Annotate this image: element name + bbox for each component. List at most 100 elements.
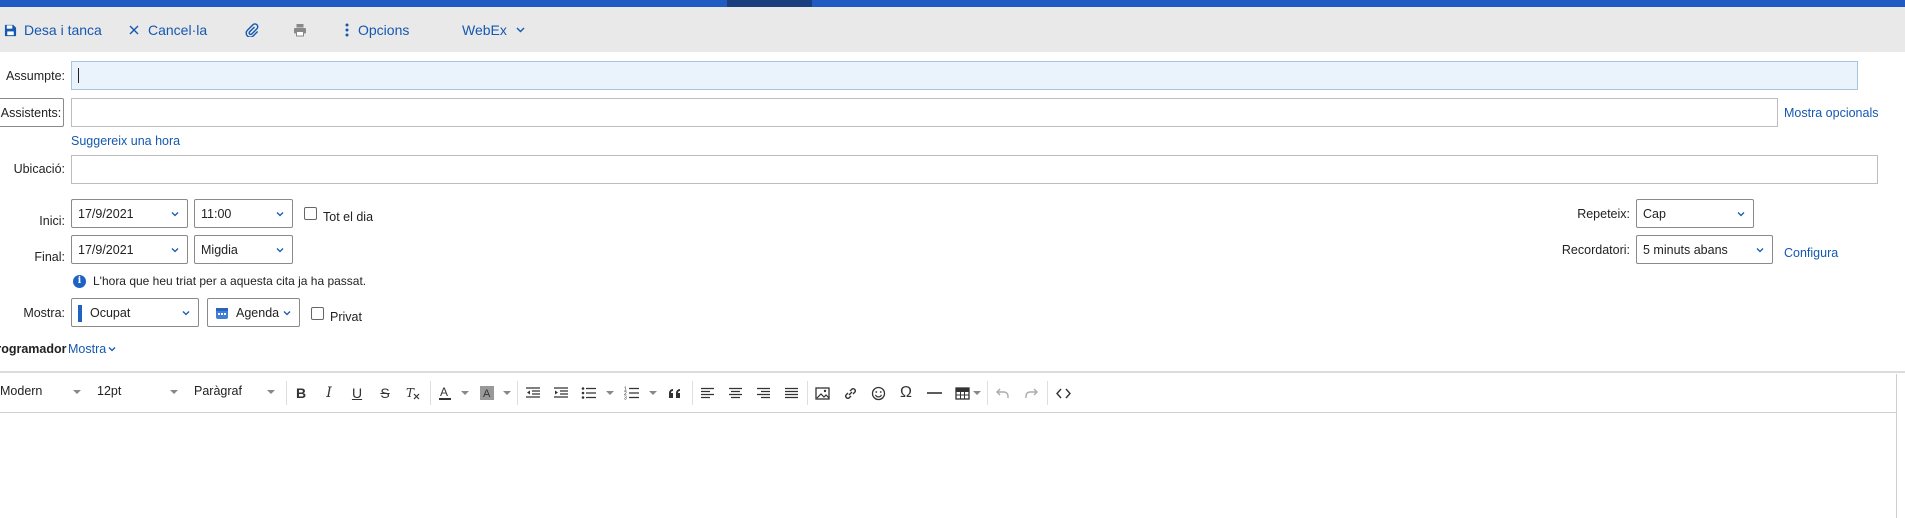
background-color-button[interactable]: A — [476, 382, 498, 404]
reminder-select[interactable]: 5 minuts abans — [1636, 235, 1773, 264]
calendar-icon — [215, 306, 229, 320]
more-vertical-icon — [342, 22, 352, 38]
show-as-label: Mostra: — [23, 306, 65, 320]
past-time-info: i L'hora que heu triat per a aquesta cit… — [73, 274, 366, 288]
align-center-button[interactable] — [724, 382, 746, 404]
cancel-label: Cancel·la — [148, 22, 208, 38]
font-size-dropdown-arrow[interactable] — [170, 390, 178, 394]
attach-button[interactable] — [244, 21, 266, 39]
font-size-select[interactable]: 12pt — [97, 384, 121, 398]
reminder-value: 5 minuts abans — [1643, 242, 1728, 257]
location-input[interactable] — [71, 155, 1878, 184]
end-date-picker[interactable]: 17/9/2021 — [71, 235, 188, 264]
chevron-down-icon — [170, 245, 180, 255]
align-justify-icon — [784, 387, 798, 398]
save-and-close-button[interactable]: Desa i tanca — [2, 21, 102, 39]
editor-body[interactable] — [0, 412, 1897, 518]
redo-button[interactable] — [1020, 382, 1042, 404]
svg-text:3: 3 — [624, 396, 627, 401]
insert-link-button[interactable] — [839, 382, 861, 404]
toolbar-separator — [1047, 381, 1048, 405]
chevron-down-icon — [513, 22, 529, 38]
suggest-time-link[interactable]: Suggereix una hora — [71, 134, 180, 148]
align-left-icon — [700, 387, 714, 398]
bullet-list-dropdown-arrow[interactable] — [606, 391, 614, 395]
all-day-checkbox[interactable] — [304, 207, 317, 220]
numbered-list-button[interactable]: 123 — [621, 382, 643, 404]
blockquote-button[interactable] — [664, 382, 686, 404]
webex-menu-button[interactable]: WebEx — [462, 21, 529, 39]
chevron-down-icon — [275, 245, 285, 255]
save-icon — [2, 22, 18, 38]
align-justify-button[interactable] — [780, 382, 802, 404]
undo-button[interactable] — [992, 382, 1014, 404]
calendar-select[interactable]: Agenda — [207, 298, 300, 327]
strikethrough-button[interactable]: S — [374, 382, 396, 404]
cancel-button[interactable]: Cancel·la — [126, 21, 207, 39]
chevron-down-icon — [181, 308, 191, 318]
attendees-input[interactable] — [71, 98, 1778, 127]
attendees-button[interactable]: Assistents: — [0, 98, 64, 127]
indent-icon — [554, 387, 568, 398]
end-time-value: Migdia — [201, 242, 238, 257]
insert-table-dropdown-arrow[interactable] — [973, 391, 981, 395]
start-date-picker[interactable]: 17/9/2021 — [71, 199, 188, 228]
block-format-dropdown-arrow[interactable] — [267, 390, 275, 394]
align-left-button[interactable] — [696, 382, 718, 404]
omega-icon: Ω — [900, 384, 912, 401]
bold-button[interactable]: B — [290, 382, 312, 404]
chevron-down-icon — [1736, 209, 1746, 219]
repeat-select[interactable]: Cap — [1636, 199, 1754, 228]
insert-image-button[interactable] — [811, 382, 833, 404]
bullet-list-button[interactable] — [578, 382, 600, 404]
svg-text:A: A — [483, 388, 491, 400]
source-code-button[interactable] — [1052, 382, 1074, 404]
highlight-color-icon: A — [480, 386, 494, 400]
text-color-icon: A — [439, 385, 451, 400]
link-icon — [844, 387, 856, 399]
emoji-icon — [871, 386, 885, 400]
insert-emoji-button[interactable] — [867, 382, 889, 404]
text-color-dropdown-arrow[interactable] — [461, 391, 469, 395]
font-family-select[interactable]: Modern — [0, 384, 42, 398]
numbered-list-dropdown-arrow[interactable] — [649, 391, 657, 395]
private-checkbox[interactable] — [311, 307, 324, 320]
close-icon — [126, 22, 142, 38]
top-brand-bar — [0, 0, 1905, 7]
outdent-button[interactable] — [522, 382, 544, 404]
start-time-select[interactable]: 11:00 — [194, 199, 293, 228]
horizontal-rule-button[interactable] — [923, 382, 945, 404]
bullet-list-icon — [581, 387, 596, 399]
options-button[interactable]: Opcions — [342, 21, 409, 39]
text-color-button[interactable]: A — [434, 382, 456, 404]
chevron-down-icon — [170, 209, 180, 219]
underline-button[interactable]: U — [346, 382, 368, 404]
end-time-select[interactable]: Migdia — [194, 235, 293, 264]
align-right-button[interactable] — [752, 382, 774, 404]
indent-button[interactable] — [550, 382, 572, 404]
clear-formatting-icon: T — [406, 386, 420, 400]
scheduler-toggle-link[interactable]: Mostra — [68, 342, 116, 356]
numbered-list-icon: 123 — [624, 387, 639, 401]
font-family-dropdown-arrow[interactable] — [73, 390, 81, 394]
block-format-select[interactable]: Paràgraf — [194, 384, 242, 398]
clear-formatting-button[interactable]: T — [402, 382, 424, 404]
subject-input[interactable] — [71, 61, 1858, 90]
paperclip-icon — [244, 22, 260, 38]
printer-icon — [292, 22, 308, 38]
background-color-dropdown-arrow[interactable] — [503, 391, 511, 395]
insert-table-button[interactable] — [951, 382, 973, 404]
options-label: Opcions — [358, 22, 410, 38]
print-button[interactable] — [292, 21, 314, 39]
configure-link[interactable]: Configura — [1784, 246, 1838, 260]
start-time-value: 11:00 — [201, 206, 232, 221]
chevron-down-icon — [108, 346, 116, 352]
toolbar-separator — [692, 381, 693, 405]
italic-button[interactable]: I — [318, 382, 340, 404]
align-right-icon — [756, 387, 770, 398]
special-character-button[interactable]: Ω — [895, 382, 917, 404]
show-as-select[interactable]: Ocupat — [71, 298, 199, 327]
show-optional-link[interactable]: Mostra opcionals — [1784, 106, 1879, 120]
subject-label: Assumpte: — [5, 69, 65, 83]
repeat-value: Cap — [1643, 206, 1666, 221]
